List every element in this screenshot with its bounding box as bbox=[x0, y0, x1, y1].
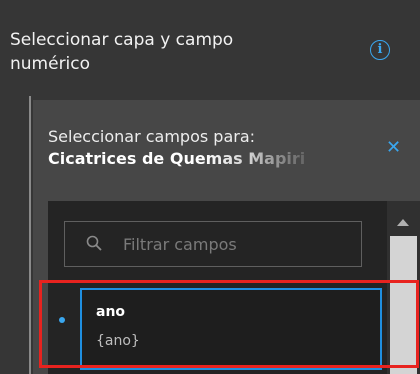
scrollbar-thumb[interactable] bbox=[390, 236, 417, 374]
close-icon[interactable]: ✕ bbox=[386, 138, 401, 158]
field-alias: {ano} bbox=[96, 333, 140, 349]
layer-name-text: Cicatrices de Quemas Mapiri bbox=[48, 149, 306, 168]
panel-layer-name: Cicatrices de Quemas Mapiri bbox=[48, 148, 338, 170]
panel-label: Seleccionar campos para: bbox=[48, 127, 256, 146]
selected-bullet-icon bbox=[59, 317, 65, 323]
search-icon bbox=[86, 235, 102, 251]
tree-connector-line bbox=[29, 96, 31, 374]
info-icon[interactable]: i bbox=[370, 40, 390, 60]
outer-title: Seleccionar capa y campo numérico bbox=[10, 30, 234, 74]
scroll-up-icon[interactable] bbox=[397, 219, 409, 226]
search-input[interactable] bbox=[123, 230, 353, 258]
field-name: ano bbox=[96, 304, 126, 320]
field-list-item[interactable] bbox=[80, 288, 382, 370]
